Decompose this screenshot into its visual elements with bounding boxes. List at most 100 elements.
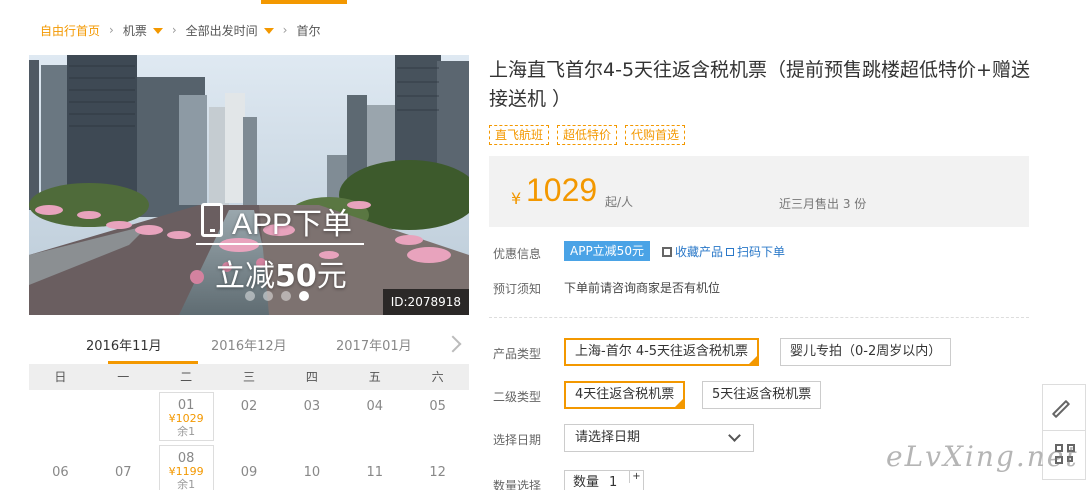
weekday-label: 五 <box>368 370 381 384</box>
calendar-day: 06 <box>29 443 92 490</box>
calendar-day: 02 <box>218 390 281 443</box>
carousel-dot-active[interactable] <box>299 291 309 301</box>
weekday-label: 一 <box>117 370 130 384</box>
carousel-dot[interactable] <box>263 291 273 301</box>
hero-discount-prefix: 立减 <box>215 259 275 294</box>
calendar-week-row: 06 07 08 ¥1199 余1 09 10 11 12 <box>29 443 469 490</box>
calendar-day-number: 08 <box>177 451 195 466</box>
carousel-dots <box>245 291 309 301</box>
tab-month-2017-01[interactable]: 2017年01月 <box>336 335 412 354</box>
product-type-option[interactable]: 婴儿专拍（0-2周岁以内） <box>780 338 952 366</box>
calendar-day: 10 <box>280 443 343 490</box>
notice-label: 预订须知 <box>493 282 542 296</box>
calendar-day-number: 05 <box>429 399 446 414</box>
promo-badge: APP立减50元 <box>564 241 650 261</box>
calendar-day-number: 11 <box>366 465 383 480</box>
calendar-day-number: 12 <box>429 465 446 480</box>
calendar-day-remaining: 余1 <box>177 478 196 490</box>
calendar-day: 11 <box>343 443 406 490</box>
notice-text: 下单前请咨询商家是否有机位 <box>564 281 721 295</box>
weekday-label: 三 <box>243 370 256 384</box>
product-type-label: 产品类型 <box>493 347 542 361</box>
date-select-value: 请选择日期 <box>575 430 641 445</box>
hero-discount-value: 50 <box>275 259 317 294</box>
date-select[interactable]: 请选择日期 <box>564 424 754 452</box>
breadcrumb-current: 首尔 <box>296 23 321 38</box>
scan-order-link[interactable]: 扫码下单 <box>737 243 785 260</box>
section-divider <box>489 317 1029 318</box>
quantity-prefix: 数量 <box>573 475 600 490</box>
chevron-right-icon: › <box>171 23 177 37</box>
collect-product-link[interactable]: 收藏产品 <box>675 243 723 260</box>
quantity-increment-button[interactable]: + <box>629 471 643 483</box>
price-panel: ¥ 1029 起/人 近三月售出 3 份 <box>489 156 1029 227</box>
calendar-day: 07 <box>92 443 155 490</box>
hero-discount-suffix: 元 <box>316 259 347 294</box>
breadcrumb-departure-time[interactable]: 全部出发时间 <box>186 22 274 39</box>
calendar-day-number: 01 <box>177 398 195 413</box>
hero-app-text: APP下单 <box>232 208 353 241</box>
product-tags: 直飞航班 超低特价 代购首选 <box>489 125 686 145</box>
qr-code-icon <box>662 246 672 257</box>
breadcrumb-flights[interactable]: 机票 <box>123 22 163 39</box>
calendar-day-available[interactable]: 08 ¥1199 余1 <box>155 443 218 490</box>
calendar-day-remaining: 余1 <box>177 425 196 438</box>
pencil-icon <box>1051 399 1071 419</box>
breadcrumb-departure-label: 全部出发时间 <box>185 23 258 38</box>
hero-divider <box>196 243 364 245</box>
calendar-day-number: 06 <box>52 465 69 480</box>
chevron-right-icon: › <box>282 23 288 37</box>
month-tabs: 2016年11月 2016年12月 2017年01月 <box>29 330 469 364</box>
calendar-day-number: 04 <box>366 399 383 414</box>
scan-icon <box>726 247 735 256</box>
date-label: 选择日期 <box>493 433 542 447</box>
calendar-day: 12 <box>406 443 469 490</box>
breadcrumb-home[interactable]: 自由行首页 <box>40 22 100 39</box>
chevron-down-icon <box>728 429 741 442</box>
calendar-day-number: 09 <box>240 465 258 480</box>
price-amount: 1029 <box>526 172 598 208</box>
carousel-dot[interactable] <box>245 291 255 301</box>
price-unit: 起/人 <box>605 195 634 209</box>
calendar-day: 03 <box>280 390 343 443</box>
calendar-day-box: 01 ¥1029 余1 <box>158 392 214 441</box>
subtype-option[interactable]: 5天往返含税机票 <box>702 381 822 409</box>
quantity-label: 数量选择 <box>493 479 542 490</box>
calendar-weekday-header: 日 一 二 三 四 五 六 <box>29 364 469 390</box>
calendar-day-available[interactable]: 01 ¥1029 余1 <box>155 390 218 443</box>
calendar-week-row: 01 ¥1029 余1 02 03 04 05 <box>29 390 469 443</box>
top-accent-line <box>261 0 347 4</box>
subtype-label: 二级类型 <box>493 390 542 404</box>
product-type-option-selected[interactable]: 上海-首尔 4-5天往返含税机票 <box>564 338 760 366</box>
price-currency: ¥ <box>511 189 522 208</box>
calendar-day-number: 03 <box>303 399 321 414</box>
product-image-carousel[interactable]: APP下单 立减50元 ID:2078918 <box>29 55 469 315</box>
caret-down-icon <box>152 28 163 34</box>
calendar-grid: 01 ¥1029 余1 02 03 04 05 06 07 08 ¥1199 余… <box>29 390 469 490</box>
calendar-day-number: 07 <box>115 465 132 480</box>
calendar-day: 09 <box>218 443 281 490</box>
calendar-day-empty <box>29 390 92 443</box>
product-title: 上海直飞首尔4-5天往返含税机票（提前预售跳楼超低特价+赠送接送机 ） <box>489 59 1030 110</box>
weekday-label: 四 <box>305 370 318 384</box>
chevron-right-icon[interactable] <box>447 334 461 354</box>
calendar-day-box: 08 ¥1199 余1 <box>158 445 214 490</box>
calendar-day-price: ¥1029 <box>168 412 204 425</box>
quantity-stepper[interactable]: 数量 1 + <box>564 470 644 490</box>
tab-month-2016-11[interactable]: 2016年11月 <box>86 335 162 354</box>
weekday-label: 六 <box>431 370 444 384</box>
calendar-day: 04 <box>343 390 406 443</box>
tab-month-2016-12[interactable]: 2016年12月 <box>211 335 287 354</box>
calendar-day-number: 02 <box>240 399 258 414</box>
quantity-value: 1 <box>609 475 618 490</box>
subtype-option-selected[interactable]: 4天往返含税机票 <box>564 381 686 409</box>
product-tag: 代购首选 <box>625 125 686 145</box>
weekday-label: 二 <box>180 370 193 384</box>
weekday-label: 日 <box>54 370 67 384</box>
calendar-day-price: ¥1199 <box>168 465 204 478</box>
carousel-dot[interactable] <box>281 291 291 301</box>
breadcrumb-flights-label: 机票 <box>122 23 147 38</box>
hero-discount: 立减50元 <box>215 251 347 295</box>
feedback-button[interactable] <box>1043 385 1085 431</box>
promo-label: 优惠信息 <box>493 247 542 261</box>
